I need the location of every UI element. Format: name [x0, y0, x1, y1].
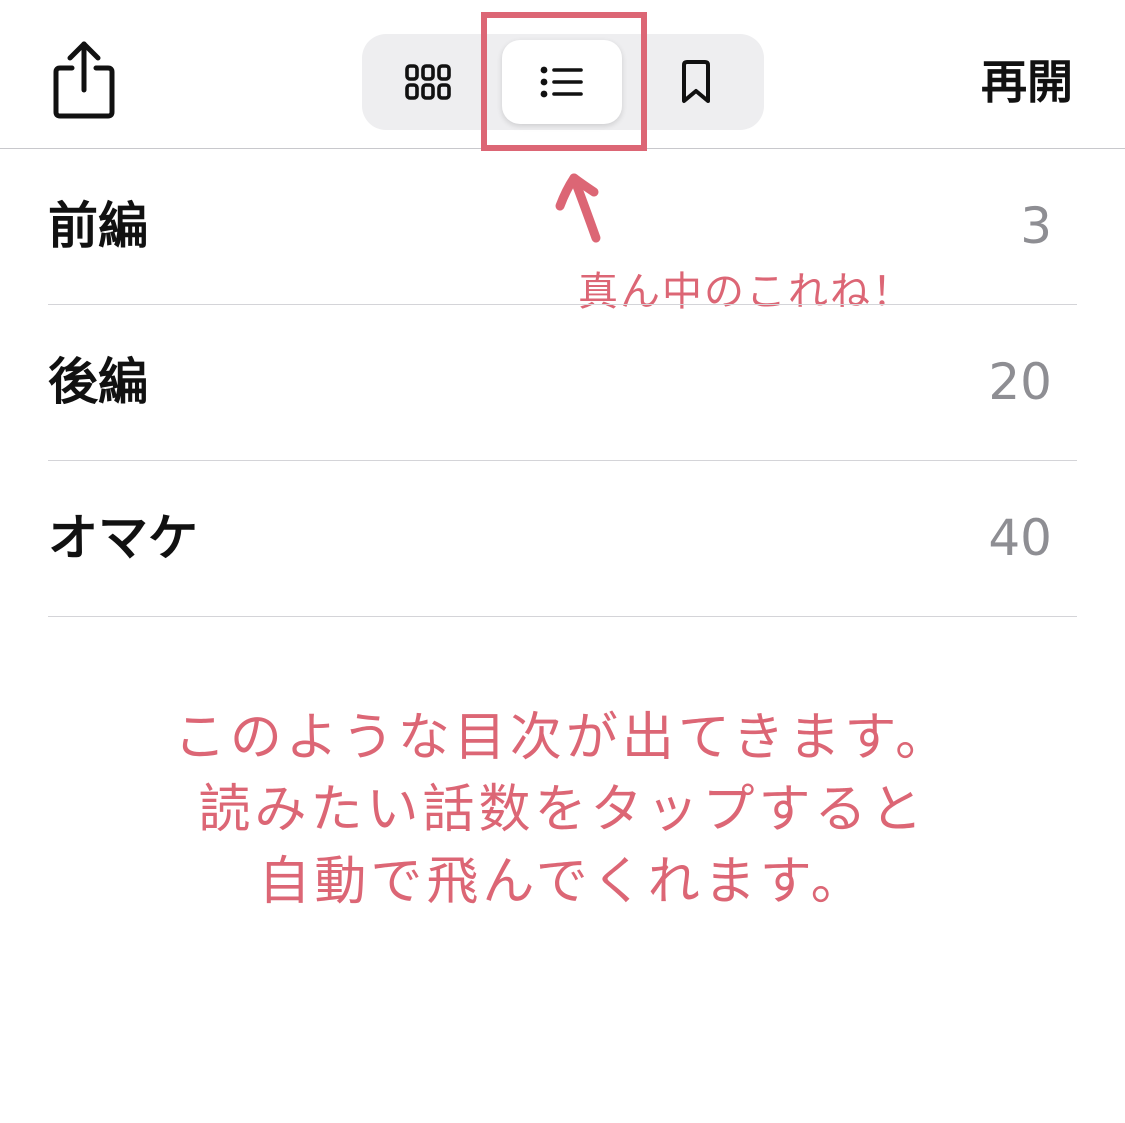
toc-list: 前編 3 後編 20 オマケ 40	[48, 149, 1077, 617]
bookmark-icon	[682, 60, 710, 103]
grid-icon	[405, 64, 451, 100]
toc-item[interactable]: 後編 20	[48, 305, 1077, 461]
toc-item-count: 3	[1020, 197, 1052, 255]
toc-item[interactable]: オマケ 40	[48, 461, 1077, 617]
toc-item[interactable]: 前編 3	[48, 149, 1077, 305]
annotation-explanation: このような目次が出てきます。 読みたい話数をタップすると 自動で飛んでくれます。	[0, 702, 1125, 918]
toc-item-title: 後編	[48, 353, 148, 411]
share-icon	[53, 41, 115, 119]
list-view-tab[interactable]	[502, 40, 622, 124]
toc-item-title: 前編	[48, 197, 148, 255]
resume-button[interactable]: 再開	[981, 50, 1073, 114]
view-mode-segmented-control	[362, 34, 764, 130]
grid-view-tab[interactable]	[372, 40, 484, 124]
bookmark-view-tab[interactable]	[640, 40, 752, 124]
toc-item-title: オマケ	[48, 509, 198, 567]
share-button[interactable]	[48, 38, 120, 122]
explanation-line: 自動で飛んでくれます。	[258, 852, 867, 912]
explanation-line: 読みたい話数をタップすると	[198, 780, 927, 840]
list-icon	[540, 66, 583, 98]
toc-item-count: 20	[988, 353, 1052, 411]
explanation-line: このような目次が出てきます。	[173, 708, 952, 768]
toolbar: 再開	[0, 0, 1125, 149]
toc-item-count: 40	[988, 509, 1052, 567]
